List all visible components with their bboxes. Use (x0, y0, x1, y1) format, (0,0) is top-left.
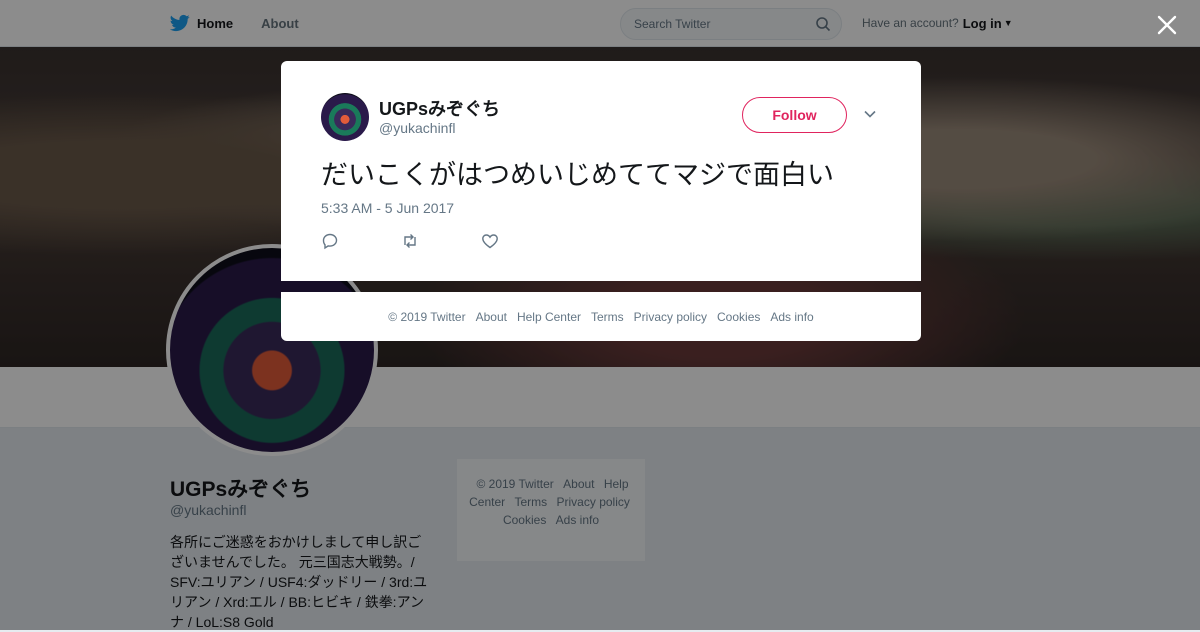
like-button[interactable] (481, 231, 561, 251)
retweet-icon (404, 234, 416, 248)
tweet-timestamp[interactable]: 5:33 AM - 5 Jun 2017 (321, 200, 454, 216)
retweet-button[interactable] (401, 231, 481, 251)
reply-icon (322, 233, 338, 250)
chevron-down-icon[interactable] (863, 107, 877, 121)
tweet-author-handle[interactable]: @yukachinfl (379, 120, 455, 136)
tweet-actions (321, 231, 561, 251)
footer-link-terms[interactable]: Terms (591, 310, 624, 324)
follow-button[interactable]: Follow (742, 97, 847, 133)
like-icon (482, 234, 498, 249)
footer-link-help[interactable]: Help Center (517, 310, 581, 324)
footer-link-privacy[interactable]: Privacy policy (634, 310, 707, 324)
tweet-author-name[interactable]: UGPsみぞぐち (379, 95, 500, 121)
footer-link-cookies[interactable]: Cookies (717, 310, 760, 324)
tweet-text: だいこくがはつめいじめててマジで面白い (321, 160, 834, 190)
tweet-modal: UGPsみぞぐち @yukachinfl Follow だいこくがはつめいじめて… (281, 61, 921, 281)
tweet-avatar[interactable] (321, 93, 369, 141)
modal-footer: © 2019 Twitter About Help Center Terms P… (281, 292, 921, 341)
footer-link-about[interactable]: About (476, 310, 507, 324)
footer-link-ads[interactable]: Ads info (770, 310, 813, 324)
page: Home About Search Twitter Have an accoun… (0, 0, 1200, 630)
close-icon[interactable] (1155, 13, 1179, 37)
footer-copyright: © 2019 Twitter (388, 309, 466, 324)
reply-button[interactable] (321, 231, 401, 251)
